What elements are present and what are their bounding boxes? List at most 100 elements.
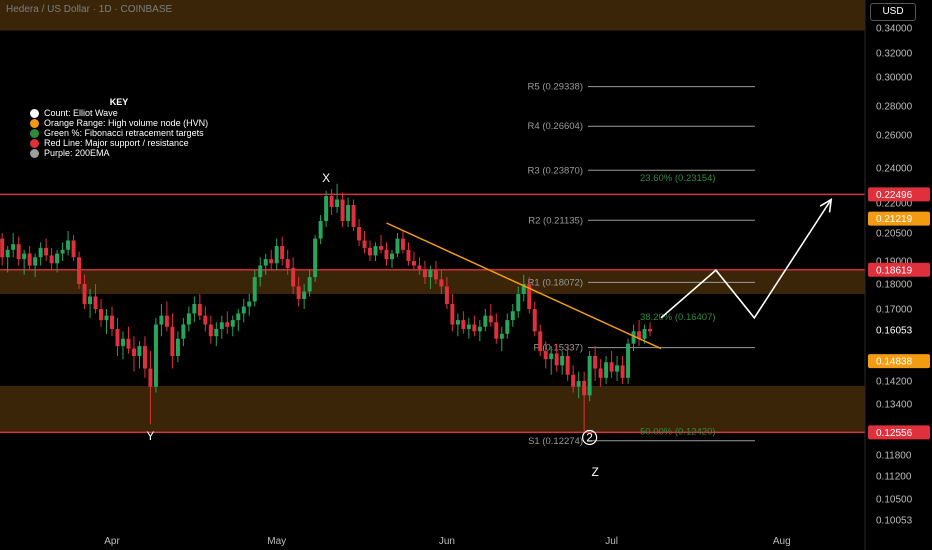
candle-body <box>472 324 477 332</box>
candle-body <box>153 324 158 387</box>
candle-body <box>395 238 400 254</box>
candle-body <box>120 338 125 347</box>
legend-dot-icon <box>30 148 39 158</box>
candle-body <box>384 249 389 260</box>
price-label: 0.21219 <box>876 214 913 225</box>
candle-body <box>455 320 460 325</box>
wave-label: Y <box>146 429 154 443</box>
candle-body <box>324 196 329 221</box>
candle-body <box>22 253 27 260</box>
fib-label: 23.60% (0.23154) <box>640 173 716 184</box>
pivot-label: R2 (0.21135) <box>528 215 583 226</box>
legend-item-text: Red Line: Major support / resistance <box>44 138 189 148</box>
candle-body <box>236 313 241 321</box>
candle-body <box>362 240 367 248</box>
candle-body <box>142 346 147 369</box>
candle-body <box>307 277 312 292</box>
candle-body <box>296 286 301 299</box>
candle-body <box>417 265 422 271</box>
candle-body <box>137 346 142 356</box>
candle-body <box>110 315 114 329</box>
candle-body <box>433 270 438 280</box>
pivot-label: R4 (0.26604) <box>528 121 583 132</box>
price-label: 0.22496 <box>876 190 913 201</box>
price-chart[interactable]: R5 (0.29338) R4 (0.26604) R3 (0.23870) R2 (… <box>0 0 932 550</box>
candle-body <box>346 205 351 221</box>
candle-body <box>170 326 175 356</box>
legend-item: Green %: Fibonacci retracement targets <box>30 128 208 138</box>
candle-body <box>258 265 263 278</box>
price-tick: 0.20500 <box>876 229 913 240</box>
candle-body <box>252 277 257 302</box>
candle-body <box>104 315 109 321</box>
pivot-label: R1 (0.18072) <box>528 277 583 288</box>
legend-dot-icon <box>30 118 39 128</box>
candle-body <box>609 362 614 372</box>
time-tick: Apr <box>104 536 120 547</box>
candle-body <box>373 246 378 256</box>
legend-dot-icon <box>30 108 39 118</box>
candle-body <box>291 267 296 287</box>
candle-body <box>88 296 93 304</box>
wave-label: 2 <box>586 431 593 445</box>
price-tick: 0.34000 <box>876 24 913 35</box>
price-tick: 0.13400 <box>876 400 913 411</box>
candle-body <box>313 238 318 278</box>
chart-title: Hedera / US Dollar · 1D · COINBASE <box>6 4 173 15</box>
candle-body <box>560 356 565 366</box>
candle-body <box>33 257 38 266</box>
candle-body <box>181 324 186 339</box>
candle-body <box>230 320 235 327</box>
candle-body <box>164 315 169 327</box>
candle-body <box>422 270 427 278</box>
price-tick: 0.10053 <box>876 516 913 527</box>
candle-body <box>55 253 60 264</box>
candle-body <box>516 294 521 312</box>
candle-body <box>49 255 54 264</box>
price-tick: 0.18000 <box>876 280 913 291</box>
candle-body <box>77 257 82 284</box>
candle-body <box>175 338 180 356</box>
price-tick: 0.10500 <box>876 495 913 506</box>
candle-body <box>351 205 356 227</box>
wave-label: Z <box>591 465 598 479</box>
candle-body <box>571 374 576 387</box>
projection-path <box>660 199 832 320</box>
time-tick: Aug <box>773 536 791 547</box>
candle-body <box>648 328 653 332</box>
candle-body <box>318 221 323 239</box>
candle-body <box>379 246 384 250</box>
legend-dot-icon <box>30 128 39 138</box>
candle-body <box>197 304 202 316</box>
candle-body <box>192 304 197 314</box>
hvn-zone <box>0 385 865 433</box>
price-label: 0.18619 <box>876 265 913 276</box>
candle-body <box>60 249 65 254</box>
candle-body <box>494 322 499 339</box>
price-tick: 0.32000 <box>876 49 913 60</box>
candle-body <box>576 381 581 387</box>
candle-body <box>148 368 153 387</box>
price-tick: 0.26000 <box>876 131 913 142</box>
candle-body <box>329 196 334 207</box>
hvn-zones <box>0 0 865 433</box>
candle-body <box>27 253 32 266</box>
time-tick: Jun <box>439 536 455 547</box>
legend-box: KEY Count: Elliot Wave Orange Range: High… <box>30 97 208 158</box>
candle-body <box>71 240 76 258</box>
price-label: 0.16053 <box>876 326 913 337</box>
candle-body <box>16 244 21 260</box>
candle-body <box>208 324 213 337</box>
legend-item-text: Purple: 200EMA <box>44 148 110 158</box>
currency-button[interactable]: USD <box>870 3 916 21</box>
candle-body <box>159 315 164 325</box>
candle-body <box>214 328 219 337</box>
candle-body <box>280 246 285 260</box>
time-axis: Apr May Jun Jul Aug <box>104 536 790 547</box>
price-tick: 0.24000 <box>876 164 913 175</box>
candle-body <box>565 356 570 375</box>
candle-body <box>93 296 98 309</box>
price-tick: 0.28000 <box>876 102 913 113</box>
candle-body <box>241 306 246 314</box>
price-label: 0.14838 <box>876 357 913 368</box>
